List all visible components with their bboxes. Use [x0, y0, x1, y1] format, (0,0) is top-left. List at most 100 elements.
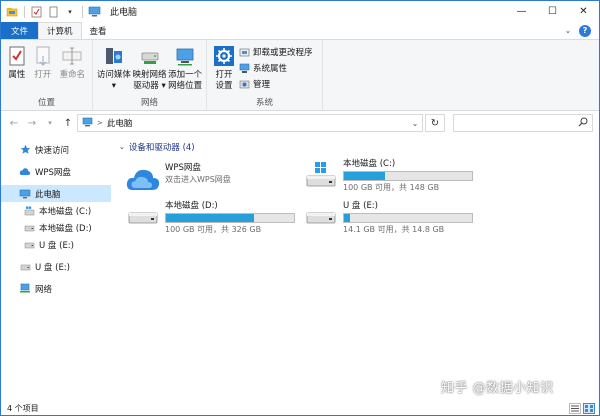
nav-item-drive-d[interactable]: 本地磁盘 (D:) — [1, 219, 111, 236]
open-settings-button[interactable]: 打开 设置 — [210, 42, 238, 96]
drive-free-space: 14.1 GB 可用，共 14.8 GB — [343, 225, 445, 234]
drive-info: 本地磁盘 (D:) 100 GB 可用，共 326 GB — [165, 201, 295, 237]
open-button[interactable]: 打开 — [30, 42, 56, 96]
add-network-location-button[interactable]: 添加一个 网络位置 — [167, 42, 203, 96]
nav-item-usb-e-child[interactable]: U 盘 (E:) — [1, 236, 111, 253]
star-icon — [19, 144, 31, 156]
explorer-app-icon[interactable] — [5, 5, 19, 19]
help-icon[interactable]: ? — [579, 24, 591, 37]
nav-item-drive-c[interactable]: 本地磁盘 (C:) — [1, 202, 111, 219]
properties-icon — [6, 44, 28, 68]
drive-usage-bar — [343, 213, 473, 223]
access-media-button[interactable]: 访问媒体 ▾ — [96, 42, 132, 96]
ribbon-tabs: 文件 计算机 查看 ⌄ ? — [1, 22, 599, 39]
properties-quick-icon[interactable] — [29, 5, 43, 19]
qat-separator — [82, 5, 83, 18]
tiles-view-button[interactable] — [583, 402, 595, 414]
drive-usage-fill — [344, 214, 351, 222]
navigation-pane: 快速访问 WPS网盘 此电脑 本地磁盘 (C:) 本地磁盘 (D:) U 盘 (… — [1, 141, 111, 396]
ribbon-group-system: 打开 设置 卸载或更改程序 系统属性 管理 系统 — [207, 40, 323, 110]
search-input[interactable] — [453, 114, 593, 132]
maximize-button[interactable]: ☐ — [537, 1, 568, 22]
drive-icon — [125, 201, 161, 233]
drive-usage-bar — [165, 213, 295, 223]
address-dropdown-icon[interactable]: ⌄ — [408, 115, 422, 131]
tab-view[interactable]: 查看 — [82, 22, 115, 39]
search-icon — [578, 117, 588, 130]
drive-tile-e[interactable]: U 盘 (E:) 14.1 GB 可用，共 14.8 GB — [303, 201, 483, 237]
drive-tile-d[interactable]: 本地磁盘 (D:) 100 GB 可用，共 326 GB — [125, 201, 305, 237]
properties-button[interactable]: 属性 — [4, 42, 30, 96]
drive-name: 本地磁盘 (C:) — [343, 159, 396, 169]
drive-info: WPS网盘 双击进入WPS网盘 — [165, 163, 231, 199]
nav-item-quick-access[interactable]: 快速访问 — [1, 141, 111, 158]
drive-name: WPS网盘 — [165, 163, 201, 173]
collapse-ribbon-icon[interactable]: ⌄ — [561, 24, 575, 38]
window-title: 此电脑 — [110, 8, 138, 18]
rename-button[interactable]: 重命名 — [56, 42, 89, 96]
close-button[interactable]: ✕ — [568, 1, 599, 22]
manage-icon — [238, 78, 250, 90]
windows-drive-icon — [303, 159, 339, 191]
uninstall-program-button[interactable]: 卸载或更改程序 — [238, 44, 313, 60]
drive-subtitle: 双击进入WPS网盘 — [165, 175, 231, 184]
ribbon-group-location: 属性 打开 重命名 位置 — [1, 40, 93, 110]
address-bar[interactable]: > 此电脑 ⌄ — [77, 114, 423, 132]
drive-free-space: 100 GB 可用，共 326 GB — [165, 225, 262, 234]
tab-file[interactable]: 文件 — [1, 22, 39, 39]
rename-icon — [61, 44, 83, 68]
computer-icon — [19, 188, 31, 200]
drive-name: U 盘 (E:) — [343, 201, 378, 211]
drive-info: 本地磁盘 (C:) 100 GB 可用，共 148 GB — [343, 159, 473, 195]
customize-qat-icon[interactable]: ▾ — [63, 5, 77, 19]
watermark-text: 知乎 @数据小知识 — [441, 381, 554, 396]
windows-drive-icon — [23, 205, 35, 217]
forward-button[interactable]: → — [23, 114, 41, 132]
details-view-button[interactable] — [569, 402, 581, 414]
group-label-network: 网络 — [140, 98, 158, 108]
drive-icon — [23, 222, 35, 234]
manage-button[interactable]: 管理 — [238, 76, 313, 92]
recent-locations-button[interactable]: ▾ — [41, 114, 59, 132]
group-label-system: 系统 — [255, 98, 273, 108]
system-properties-icon — [238, 62, 250, 74]
system-properties-button[interactable]: 系统属性 — [238, 60, 313, 76]
item-count: 4 个项目 — [7, 403, 39, 413]
cloud-icon — [19, 166, 31, 178]
back-button[interactable]: ← — [5, 114, 23, 132]
network-icon — [19, 283, 31, 295]
ribbon-right-controls: ⌄ ? — [561, 22, 599, 39]
quick-access-toolbar: ▾ — [1, 1, 104, 22]
computer-title-icon — [87, 5, 101, 19]
group-label-location: 位置 — [37, 98, 55, 108]
nav-item-network[interactable]: 网络 — [1, 280, 111, 297]
drive-tile-c[interactable]: 本地磁盘 (C:) 100 GB 可用，共 148 GB — [303, 159, 483, 195]
uninstall-icon — [238, 46, 250, 58]
drive-usage-fill — [344, 172, 385, 180]
drive-info: U 盘 (E:) 14.1 GB 可用，共 14.8 GB — [343, 201, 473, 237]
collapse-chevron-icon: ⌄ — [119, 143, 125, 151]
content-area: ⌄ 设备和驱动器 (4) WPS网盘 双击进入WPS网盘 本地磁盘 (C:) 1… — [115, 141, 599, 396]
tab-computer[interactable]: 计算机 — [38, 22, 82, 39]
map-network-drive-button[interactable]: 映射网络 驱动器 ▾ — [132, 42, 168, 96]
drive-tile-wps[interactable]: WPS网盘 双击进入WPS网盘 — [125, 163, 305, 199]
refresh-button[interactable]: ↻ — [425, 114, 445, 132]
explorer-window: ▾ 此电脑 — ☐ ✕ 文件 计算机 查看 ⌄ ? 属性 打开 重命名 位置 访… — [0, 0, 600, 416]
media-server-icon — [103, 44, 125, 68]
ribbon-group-network: 访问媒体 ▾ 映射网络 驱动器 ▾ 添加一个 网络位置 网络 — [93, 40, 207, 110]
up-button[interactable]: ↑ — [59, 114, 77, 132]
nav-item-usb-e[interactable]: U 盘 (E:) — [1, 258, 111, 275]
devices-group-header[interactable]: ⌄ 设备和驱动器 (4) — [119, 141, 195, 153]
drive-free-space: 100 GB 可用，共 148 GB — [343, 183, 440, 192]
new-folder-quick-icon[interactable] — [46, 5, 60, 19]
cloud-icon — [125, 163, 161, 195]
nav-item-this-pc[interactable]: 此电脑 — [1, 185, 111, 202]
computer-address-icon — [82, 117, 93, 130]
minimize-button[interactable]: — — [506, 1, 537, 22]
breadcrumb-separator: > — [97, 119, 103, 127]
breadcrumb-this-pc[interactable]: 此电脑 — [107, 117, 133, 129]
navigation-row: ← → ▾ ↑ > 此电脑 ⌄ ↻ — [1, 112, 599, 134]
nav-item-wps-drive[interactable]: WPS网盘 — [1, 163, 111, 180]
window-controls: — ☐ ✕ — [506, 1, 599, 22]
title-bar: ▾ 此电脑 — ☐ ✕ — [1, 1, 599, 22]
